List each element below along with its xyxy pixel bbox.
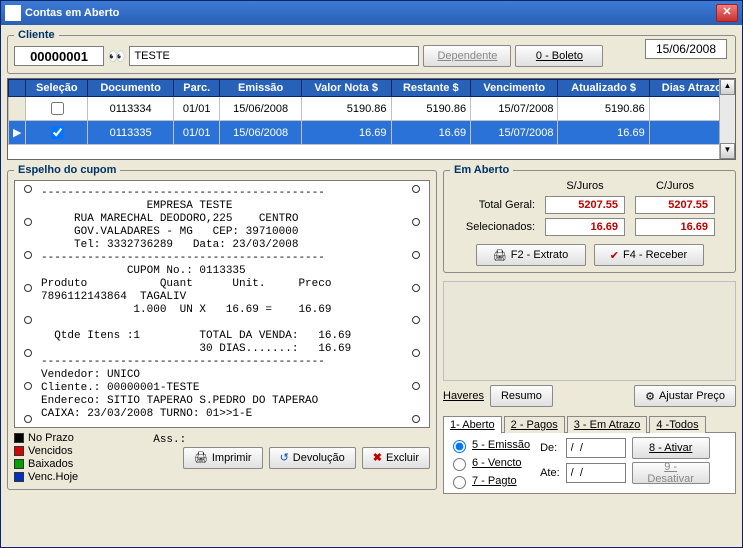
header-date: 15/06/2008 [645, 39, 727, 59]
legend-swatch [14, 459, 24, 469]
grid-cell: 16.69 [391, 121, 471, 145]
app-icon [5, 5, 21, 21]
legend-label: Baixados [28, 458, 73, 470]
em-aberto-legend: Em Aberto [450, 164, 513, 176]
filter-radio[interactable]: 6 - Vencto [448, 455, 530, 471]
devolucao-label: Devolução [293, 452, 345, 464]
grid-header[interactable]: Seleção [26, 80, 88, 97]
label-selecionados: Selecionados: [450, 221, 535, 233]
header-cjuros: C/Juros [635, 180, 715, 192]
grid-header[interactable]: Atualizado $ [558, 80, 649, 97]
label-ate: Ate: [540, 467, 560, 479]
filter-tab[interactable]: 2 - Pagos [504, 416, 565, 433]
imprimir-label: Imprimir [212, 452, 252, 464]
grid-header[interactable]: Parc. [173, 80, 219, 97]
scroll-down-icon[interactable]: ▼ [720, 143, 735, 159]
cliente-code-input[interactable] [14, 46, 104, 66]
grid-cell: 5190.86 [558, 97, 649, 121]
grid-header[interactable]: Restante $ [391, 80, 471, 97]
close-icon[interactable]: ✕ [716, 4, 738, 22]
resumo-button[interactable]: Resumo [490, 385, 553, 407]
row-select-checkbox[interactable] [51, 126, 64, 139]
label-de: De: [540, 442, 560, 454]
grid-cell: 01/01 [173, 97, 219, 121]
filter-radio[interactable]: 7 - Pagto [448, 473, 530, 489]
em-aberto-group: Em Aberto S/Juros C/Juros Total Geral: 5… [443, 164, 736, 273]
sprocket-right [407, 185, 425, 423]
total-sjuros: 5207.55 [545, 196, 625, 214]
grid-scrollbar[interactable]: ▲ ▼ [719, 79, 735, 159]
label-total-geral: Total Geral: [450, 199, 535, 211]
date-de-input[interactable] [566, 438, 626, 458]
excluir-label: Excluir [386, 452, 419, 464]
ativar-button[interactable]: 8 - Ativar [632, 437, 710, 459]
grid-cell: 15/07/2008 [471, 97, 558, 121]
cliente-group: Cliente 15/06/2008 👀 Dependente 0 - Bole… [7, 29, 736, 74]
ajustar-label: Ajustar Preço [659, 390, 725, 402]
sprocket-left [19, 185, 37, 423]
filter-radio[interactable]: 5 - Emissão [448, 437, 530, 453]
printer-icon: 🖨 [493, 249, 507, 262]
extrato-button[interactable]: 🖨 F2 - Extrato [476, 244, 586, 266]
receipt-view: ----------------------------------------… [14, 180, 430, 428]
filter-radios: 5 - Emissão 6 - Vencto 7 - Pagto [448, 437, 530, 489]
cupom-group: Espelho do cupom -----------------------… [7, 164, 437, 490]
grid-header[interactable]: Valor Nota $ [301, 80, 391, 97]
boleto-button[interactable]: 0 - Boleto [515, 45, 603, 67]
adjust-icon: ⚙ [645, 390, 655, 403]
receber-label: F4 - Receber [623, 249, 687, 261]
grid-cell: 5190.86 [301, 97, 391, 121]
sel-cjuros: 16.69 [635, 218, 715, 236]
cliente-legend: Cliente [14, 29, 59, 41]
header-sjuros: S/Juros [545, 180, 625, 192]
grid-cell: 0113334 [88, 97, 174, 121]
legend-label: Venc.Hoje [28, 471, 78, 483]
legend-swatch [14, 472, 24, 482]
extrato-label: F2 - Extrato [511, 249, 568, 261]
receipt-text: ----------------------------------------… [15, 181, 429, 453]
table-row[interactable]: ▶011333501/0115/06/200816.6916.6915/07/2… [9, 121, 735, 145]
contas-grid[interactable]: SeleçãoDocumentoParc.EmissãoValor Nota $… [7, 78, 736, 160]
titlebar: Contas em Aberto ✕ [1, 1, 742, 25]
cupom-legend: Espelho do cupom [14, 164, 120, 176]
haveres-link[interactable]: Haveres [443, 390, 484, 402]
grid-cell: 16.69 [558, 121, 649, 145]
row-select-checkbox[interactable] [51, 102, 64, 115]
grid-cell: 16.69 [301, 121, 391, 145]
ajustar-preco-button[interactable]: ⚙ Ajustar Preço [634, 385, 736, 407]
scroll-up-icon[interactable]: ▲ [720, 79, 735, 95]
grid-cell: 15/07/2008 [471, 121, 558, 145]
filter-tab[interactable]: 4 -Todos [649, 416, 705, 433]
grid-cell: 5190.86 [391, 97, 471, 121]
grid-header[interactable]: Vencimento [471, 80, 558, 97]
sel-sjuros: 16.69 [545, 218, 625, 236]
filter-tab[interactable]: 3 - Em Atrazo [567, 416, 648, 433]
binoculars-icon[interactable]: 👀 [108, 48, 125, 65]
grid-cell: 0113335 [88, 121, 174, 145]
grid-cell: 15/06/2008 [220, 97, 301, 121]
total-cjuros: 5207.55 [635, 196, 715, 214]
grid-header[interactable]: Documento [88, 80, 174, 97]
grid-cell: 01/01 [173, 121, 219, 145]
grid-header[interactable]: Emissão [220, 80, 301, 97]
grid-cell: 15/06/2008 [220, 121, 301, 145]
table-row[interactable]: 011333401/0115/06/20085190.865190.8615/0… [9, 97, 735, 121]
filter-tab[interactable]: 1- Aberto [443, 416, 502, 433]
blank-panel [443, 281, 736, 381]
cliente-name-input[interactable] [129, 46, 419, 66]
window-title: Contas em Aberto [25, 7, 716, 19]
filter-tabs: 1- Aberto2 - Pagos3 - Em Atrazo4 -Todos [443, 415, 736, 433]
date-ate-input[interactable] [566, 463, 626, 483]
check-icon: ✔ [610, 249, 619, 262]
dependente-button[interactable]: Dependente [423, 45, 511, 67]
desativar-button[interactable]: 9 - Desativar [632, 462, 710, 484]
receber-button[interactable]: ✔ F4 - Receber [594, 244, 704, 266]
